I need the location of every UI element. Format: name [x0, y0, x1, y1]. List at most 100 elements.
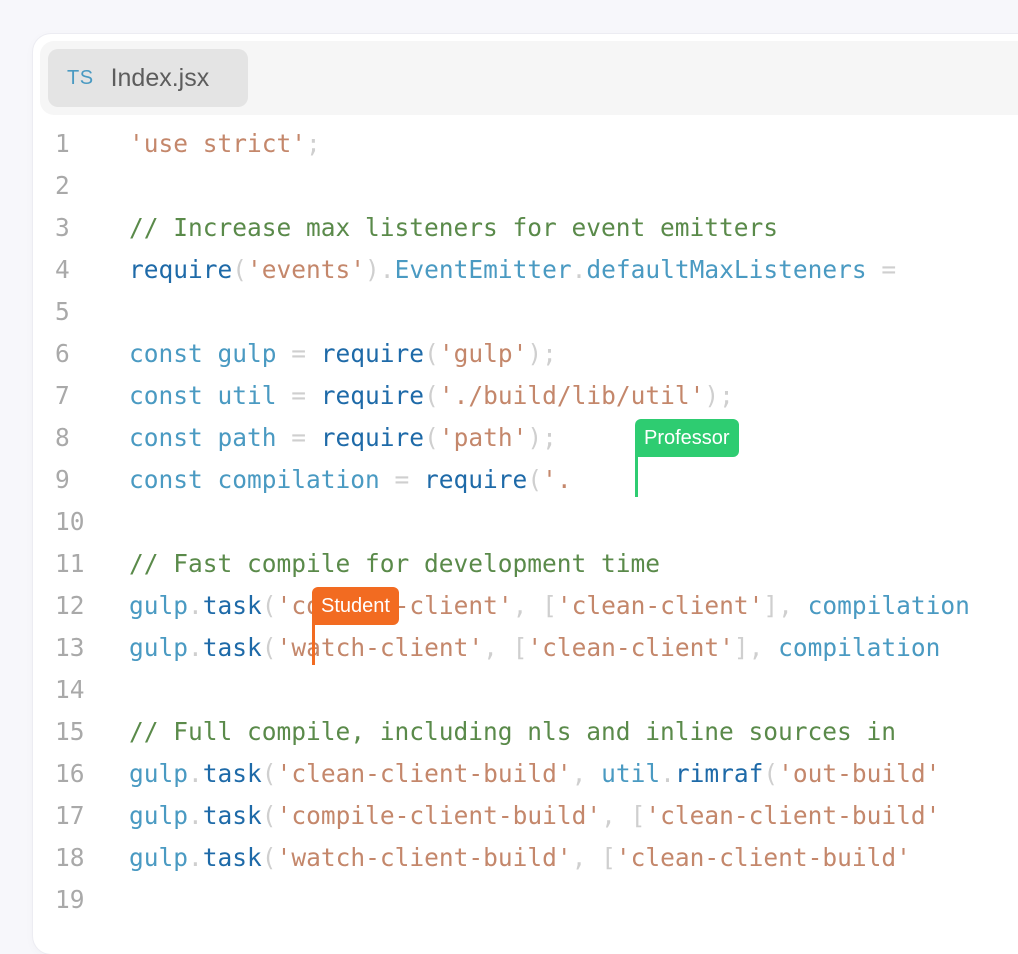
- token-fn: require: [320, 381, 425, 410]
- code-area[interactable]: 1 'use strict'; 2 3 // Increase max listener…: [33, 123, 1018, 921]
- code-line[interactable]: 17 gulp.task('compile-client-build', ['cl…: [33, 795, 1018, 837]
- code-line[interactable]: 1 'use strict';: [33, 123, 1018, 165]
- line-source: const compilation = require('.: [129, 459, 572, 501]
- token-punc: .: [188, 759, 203, 788]
- code-line[interactable]: 14: [33, 669, 1018, 711]
- token-id: compilation: [807, 591, 970, 620]
- line-number: 1: [55, 129, 70, 158]
- token-str: 'clean-client-build': [276, 759, 572, 788]
- code-line[interactable]: 5: [33, 291, 1018, 333]
- token-fn: require: [424, 465, 528, 494]
- token-id: path: [217, 423, 277, 452]
- code-line[interactable]: 12 gulp.task('compile-client', ['clean-cl…: [33, 585, 1018, 627]
- token-punc: );: [704, 381, 734, 410]
- code-line[interactable]: 10: [33, 501, 1018, 543]
- line-source: 'use strict';: [129, 123, 321, 165]
- token-id: gulp: [129, 843, 189, 872]
- token-kw: const: [129, 465, 218, 494]
- code-line[interactable]: 11 // Fast compile for development time: [33, 543, 1018, 585]
- token-punc: =: [379, 465, 425, 494]
- code-line[interactable]: 9 const compilation = require('.: [33, 459, 1018, 501]
- line-number: 13: [55, 633, 85, 662]
- code-line[interactable]: 7 const util = require('./build/lib/util'…: [33, 375, 1018, 417]
- tab-index-jsx[interactable]: TS Index.jsx: [48, 49, 248, 107]
- token-punc: =: [866, 255, 911, 284]
- line-source: const gulp = require('gulp');: [129, 333, 557, 375]
- token-punc: , [: [571, 843, 616, 872]
- code-line[interactable]: 16 gulp.task('clean-client-build', util.r…: [33, 753, 1018, 795]
- line-number: 18: [55, 843, 85, 872]
- line-number: 16: [55, 759, 85, 788]
- token-kw: const: [129, 423, 218, 452]
- token-punc: (: [424, 423, 439, 452]
- line-number: 15: [55, 717, 85, 746]
- line-number: 10: [55, 507, 85, 536]
- line-number: 5: [55, 297, 70, 326]
- tab-bar: TS Index.jsx: [40, 41, 1018, 115]
- code-line[interactable]: 4 require('events').EventEmitter.defaultM…: [33, 249, 1018, 291]
- token-punc: .: [188, 591, 203, 620]
- token-punc: (: [424, 381, 439, 410]
- token-punc: =: [276, 423, 321, 452]
- token-cmt: // Full compile, including nls and inlin…: [129, 717, 897, 746]
- token-punc: =: [276, 381, 321, 410]
- line-source: const util = require('./build/lib/util')…: [129, 375, 734, 417]
- token-str: 'watch-client': [276, 633, 484, 662]
- token-str: 'events': [247, 255, 366, 284]
- token-str: '.: [542, 465, 572, 494]
- token-cmt: // Fast compile for development time: [129, 549, 661, 578]
- token-punc: (: [261, 801, 277, 830]
- token-punc: ],: [733, 633, 779, 662]
- line-number: 2: [55, 171, 70, 200]
- line-source: gulp.task('clean-client-build', util.rim…: [129, 753, 940, 795]
- token-punc: (: [763, 759, 779, 788]
- token-punc: (: [261, 633, 277, 662]
- code-line[interactable]: 18 gulp.task('watch-client-build', ['clea…: [33, 837, 1018, 879]
- line-source: const path = require('path');: [129, 417, 557, 459]
- token-fn: require: [320, 339, 425, 368]
- token-id: gulp: [129, 591, 189, 620]
- token-prop: defaultMaxListeners: [586, 255, 867, 284]
- code-line[interactable]: 15 // Full compile, including nls and inl…: [33, 711, 1018, 753]
- token-punc: ;: [306, 129, 321, 158]
- code-line[interactable]: 19: [33, 879, 1018, 921]
- line-number: 7: [55, 381, 70, 410]
- line-number: 6: [55, 339, 70, 368]
- token-fn: task: [202, 759, 262, 788]
- token-punc: );: [527, 339, 557, 368]
- code-line[interactable]: 13 gulp.task('watch-client', ['clean-clie…: [33, 627, 1018, 669]
- token-punc: .: [188, 633, 203, 662]
- token-str: './build/lib/util': [438, 381, 705, 410]
- token-punc: , [: [512, 591, 557, 620]
- line-source: // Fast compile for development time: [129, 543, 660, 585]
- code-line[interactable]: 2: [33, 165, 1018, 207]
- token-fn: require: [129, 255, 233, 284]
- line-source: gulp.task('watch-client', ['clean-client…: [129, 627, 940, 669]
- token-fn: task: [202, 633, 262, 662]
- token-punc: .: [660, 759, 675, 788]
- line-number: 11: [55, 549, 85, 578]
- code-line[interactable]: 8 const path = require('path');: [33, 417, 1018, 459]
- code-line[interactable]: 6 const gulp = require('gulp');: [33, 333, 1018, 375]
- line-source: gulp.task('watch-client-build', ['clean-…: [129, 837, 911, 879]
- token-punc: .: [571, 255, 587, 284]
- token-punc: , [: [601, 801, 646, 830]
- token-punc: (: [261, 759, 277, 788]
- line-number: 8: [55, 423, 70, 452]
- token-str: 'gulp': [438, 339, 528, 368]
- token-fn: rimraf: [674, 759, 764, 788]
- token-str: 'path': [438, 423, 528, 452]
- token-id: gulp: [129, 759, 189, 788]
- token-fn: task: [202, 843, 262, 872]
- line-number: 14: [55, 675, 85, 704]
- code-line[interactable]: 3 // Increase max listeners for event emi…: [33, 207, 1018, 249]
- token-fn: task: [202, 801, 262, 830]
- token-str: 'watch-client-build': [276, 843, 572, 872]
- token-cmt: // Increase max listeners for event emit…: [129, 213, 779, 242]
- token-punc: (: [232, 255, 248, 284]
- token-id: gulp: [129, 633, 189, 662]
- typescript-file-icon: TS: [67, 66, 94, 89]
- token-fn: task: [202, 591, 262, 620]
- token-id: compilation: [217, 465, 380, 494]
- token-punc: .: [188, 801, 203, 830]
